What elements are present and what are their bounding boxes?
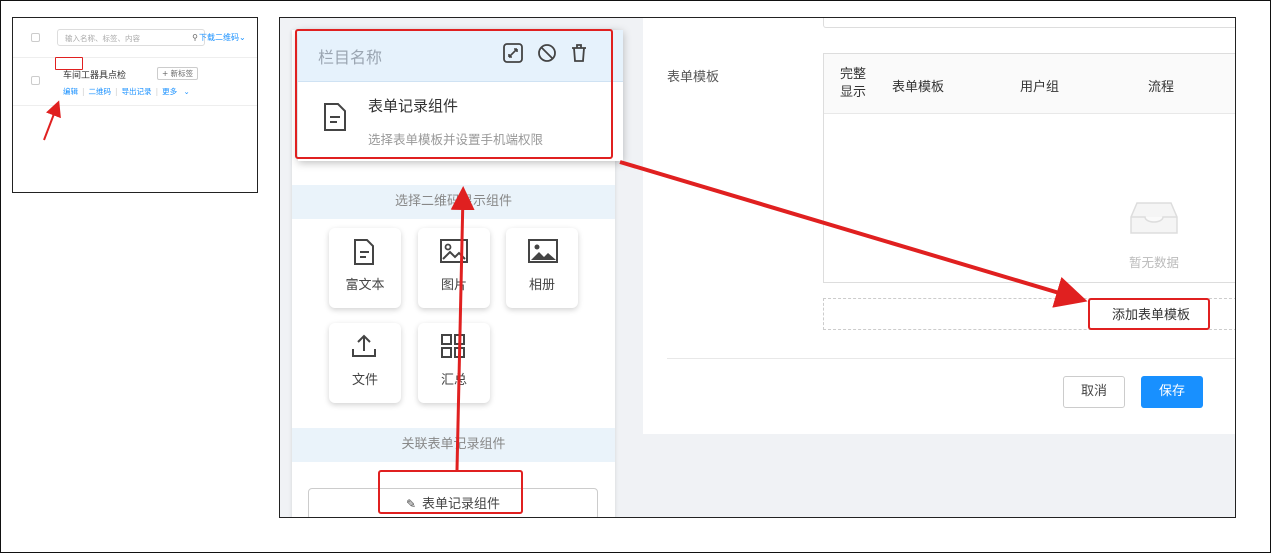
card-highlight-box <box>295 29 613 159</box>
tile-label: 汇总 <box>440 373 467 388</box>
more-label: 更多 <box>162 87 178 96</box>
add-template-highlight-box <box>1088 298 1210 330</box>
download-qr-dropdown[interactable]: 下载二维码⌄ <box>199 32 246 43</box>
qrcode-link[interactable]: 二维码 <box>89 86 112 97</box>
edit-link[interactable]: 编辑 <box>63 86 78 97</box>
cancel-button[interactable]: 取消 <box>1063 376 1125 408</box>
form-template-table: 完整显示 表单模板 用户组 流程 暂无数据 <box>823 53 1235 283</box>
previous-field-edge <box>823 18 1235 28</box>
empty-text: 暂无数据 <box>1128 255 1179 270</box>
search-placeholder: 输入名称、标签、内容 <box>65 34 140 43</box>
tile-file[interactable]: 文件 <box>329 323 401 403</box>
tile-label: 文件 <box>351 373 378 388</box>
item-checkbox[interactable] <box>31 76 40 85</box>
export-records-link[interactable]: 导出记录 <box>122 86 152 97</box>
column-full-display: 完整 显示 <box>840 66 866 102</box>
item-actions: 编辑 | 二维码 | 导出记录 | 更多 ⌄ <box>63 86 198 97</box>
album-icon <box>528 239 558 263</box>
edit-highlight-box <box>55 57 83 70</box>
tile-image[interactable]: 图片 <box>418 228 490 308</box>
form-button-highlight-box <box>378 470 523 514</box>
tile-summary[interactable]: 汇总 <box>418 323 490 403</box>
column-user-group: 用户组 <box>1020 80 1060 95</box>
column-full-display-line1: 完整 <box>840 67 867 82</box>
table-header: 完整显示 表单模板 用户组 流程 <box>824 54 1235 114</box>
list-item: 车间工器具点检 + 新标签 编辑 | 二维码 | 导出记录 | 更多 ⌄ <box>13 62 257 106</box>
grid-icon <box>441 334 465 358</box>
select-all-checkbox[interactable] <box>31 33 40 42</box>
column-process: 流程 <box>1148 80 1175 95</box>
action-separator: | <box>115 87 118 96</box>
save-button[interactable]: 保存 <box>1141 376 1203 408</box>
more-dropdown[interactable]: 更多 ⌄ <box>162 86 194 97</box>
tile-album[interactable]: 相册 <box>506 228 578 308</box>
section-header-form: 关联表单记录组件 <box>292 428 615 462</box>
tile-label: 富文本 <box>345 278 385 293</box>
divider <box>667 358 1235 359</box>
tile-label: 图片 <box>440 278 467 293</box>
tile-rich-text[interactable]: 富文本 <box>329 228 401 308</box>
chevron-down-icon: ⌄ <box>239 33 246 42</box>
add-tag-button[interactable]: + 新标签 <box>157 67 199 80</box>
action-separator: | <box>155 87 159 96</box>
tile-label: 相册 <box>528 278 555 293</box>
image-icon <box>440 239 468 263</box>
upload-icon <box>352 334 376 357</box>
section-header-qr: 选择二维码显示组件 <box>292 185 615 219</box>
thumbnail-toolbar: 输入名称、标签、内容 ⚲ 下载二维码⌄ <box>13 18 257 58</box>
document-icon <box>354 239 374 265</box>
search-icon[interactable]: ⚲ <box>192 33 198 42</box>
chevron-down-icon: ⌄ <box>183 87 190 96</box>
list-thumbnail: 输入名称、标签、内容 ⚲ 下载二维码⌄ 车间工器具点检 + 新标签 编辑 | 二维码… <box>12 17 258 193</box>
form-settings-panel: 表单模板 完整 显示 表单模板 用户组 流程 暂无数据 添加表单模板 取消 保存 <box>643 18 1235 434</box>
action-separator: | <box>82 87 85 96</box>
column-template: 表单模板 <box>892 80 945 95</box>
search-input[interactable]: 输入名称、标签、内容 ⚲ <box>57 29 205 46</box>
empty-inbox-icon <box>1130 202 1178 234</box>
column-full-display-line2: 显示 <box>840 85 867 100</box>
form-template-label: 表单模板 <box>667 70 720 85</box>
download-qr-label: 下载二维码 <box>199 33 239 42</box>
